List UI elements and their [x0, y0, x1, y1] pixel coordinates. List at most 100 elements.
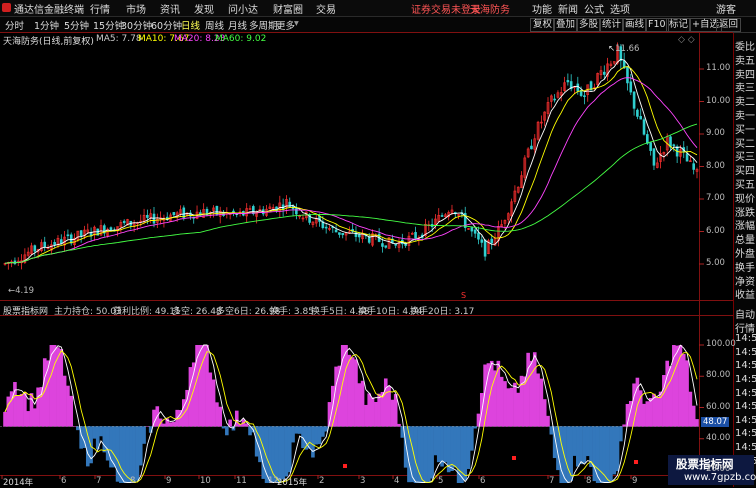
indicator-bar	[46, 360, 50, 427]
indicator-bar	[443, 426, 448, 463]
candle-body	[381, 243, 384, 247]
candle-body	[639, 116, 643, 120]
signal-marker	[634, 460, 638, 464]
quote-row-label: 卖三	[735, 83, 755, 95]
x-axis-label: 9	[166, 476, 172, 486]
indicator-bar	[619, 426, 623, 442]
indicator-bar	[132, 426, 136, 483]
high-price-label: ↖11.66	[608, 44, 640, 54]
candle-body	[324, 226, 328, 229]
candle-body	[583, 95, 586, 98]
indicator-bar	[453, 426, 458, 468]
quote-row-label: 买四	[735, 166, 755, 178]
candle-body	[632, 91, 636, 109]
x-axis-label: 8	[586, 476, 592, 486]
indicator-bar	[423, 426, 428, 483]
trade-time-row: 14:5	[735, 346, 756, 358]
signal-marker	[512, 456, 516, 460]
indicator-bar	[364, 404, 368, 427]
indicator-bar	[668, 366, 673, 427]
indicator-bar	[297, 426, 302, 434]
indicator-bar	[390, 399, 395, 427]
indicator-bar	[430, 426, 434, 479]
indicator-bar	[506, 388, 511, 427]
indicator-bar	[334, 366, 338, 427]
indicator-bar	[605, 426, 610, 483]
quote-row-label: 外盘	[735, 249, 755, 260]
chart-canvas[interactable]: S	[0, 0, 733, 487]
price-axis-label: 11.00	[706, 63, 731, 73]
indicator-bar	[377, 393, 381, 427]
indicator-axis-label: 100.00	[706, 339, 736, 349]
indicator-bar	[420, 426, 424, 483]
indicator-axis-label: 40.00	[706, 432, 731, 443]
indicator-bar	[470, 426, 474, 451]
price-axis-label: 10.00	[706, 95, 731, 106]
candle-body	[334, 229, 338, 233]
indicator-axis-label: 60.00	[706, 401, 731, 412]
quote-row-label: 卖二	[735, 97, 755, 109]
price-axis-label: 6.00	[706, 225, 725, 236]
indicator-bar	[546, 415, 550, 427]
indicator-bar	[129, 426, 133, 483]
indicator-bar	[135, 426, 140, 481]
indicator-bar	[688, 391, 693, 427]
trade-time-row: 14:5	[735, 428, 756, 440]
indicator-bar	[284, 426, 289, 477]
indicator-bar	[211, 379, 216, 427]
candle-body	[384, 245, 388, 248]
indicator-bar	[532, 352, 537, 427]
indicator-bar	[32, 408, 37, 427]
indicator-bar	[6, 396, 11, 427]
trade-time-row: 14:5	[735, 333, 756, 345]
candle-body	[33, 245, 37, 252]
indicator-bar	[208, 372, 213, 427]
quote-row-label: 卖四	[735, 69, 755, 81]
x-axis-label: 11	[236, 476, 247, 486]
candle-body	[642, 119, 646, 135]
indicator-bar	[225, 426, 229, 436]
indicator-bar	[294, 426, 299, 434]
indicator-bar	[205, 345, 209, 427]
indicator-bar	[496, 360, 501, 427]
indicator-bar	[615, 426, 620, 472]
candle-body	[341, 232, 345, 236]
indicator-bar	[26, 411, 30, 427]
candle-body	[649, 142, 652, 151]
candle-body	[576, 83, 580, 92]
indicator-bar	[138, 426, 143, 466]
candle-body	[530, 145, 533, 150]
indicator-bar	[609, 426, 613, 483]
x-axis-label: 6	[61, 476, 67, 486]
candle-body	[66, 234, 70, 237]
indicator-bar	[642, 403, 646, 427]
candle-body	[338, 232, 341, 235]
candle-body	[43, 241, 47, 248]
indicator-bar	[516, 392, 521, 427]
trade-time-row: 14:5	[735, 401, 756, 413]
indicator-bar	[142, 426, 146, 444]
indicator-bar	[268, 426, 272, 483]
indicator-bar	[529, 360, 534, 427]
indicator-current-value: 48.07	[701, 417, 730, 427]
indicator-bar	[278, 426, 282, 483]
x-axis-label: 5	[438, 476, 444, 486]
indicator-bar	[460, 426, 464, 483]
quote-row-label: 买二	[735, 138, 755, 150]
indicator-bar	[655, 397, 660, 427]
indicator-bar	[612, 426, 617, 475]
indicator-bar	[112, 426, 117, 468]
candle-body	[692, 163, 695, 170]
indicator-bar	[3, 411, 7, 427]
candle-body	[480, 239, 484, 243]
indicator-bar	[595, 426, 600, 483]
price-axis-label: 9.00	[706, 128, 725, 138]
indicator-bar	[499, 376, 504, 427]
indicator-bar	[599, 426, 603, 483]
indicator-bar	[592, 426, 597, 482]
indicator-bar	[105, 426, 110, 461]
price-axis-label: 8.00	[706, 160, 725, 171]
indicator-bar	[350, 357, 355, 427]
indicator-bar	[681, 353, 686, 427]
indicator-bar	[665, 360, 670, 427]
